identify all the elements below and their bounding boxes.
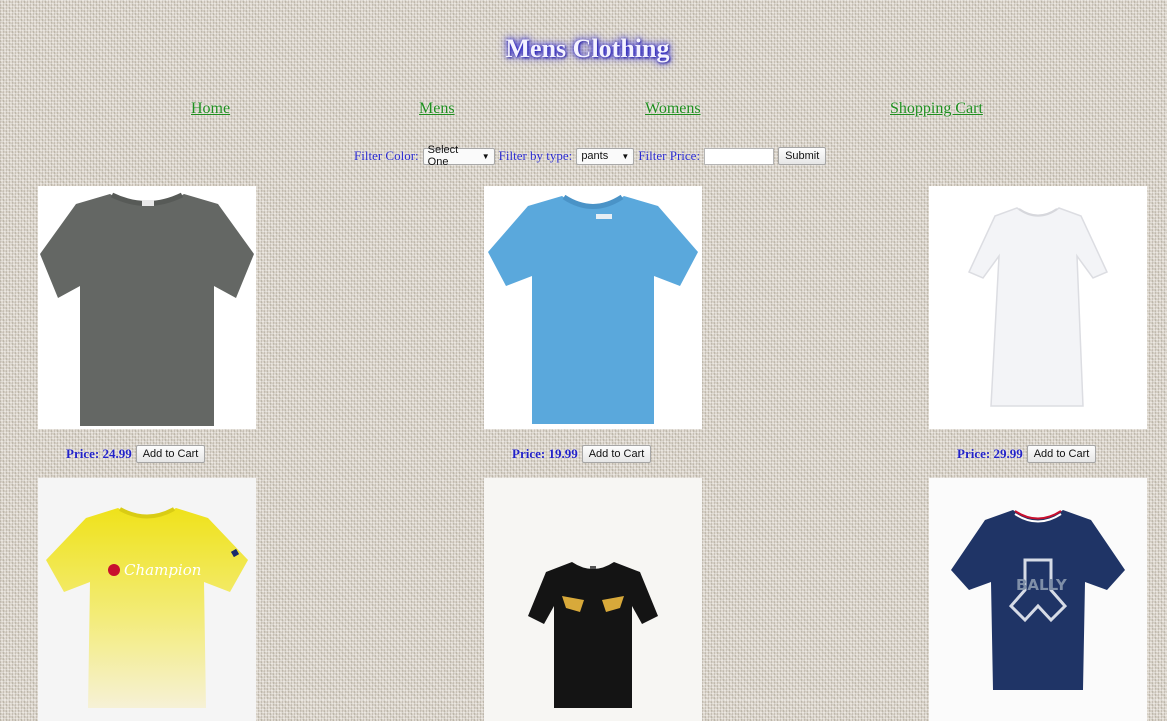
filter-color-label: Filter Color: xyxy=(354,148,419,163)
price-row: Price: 29.99 Add to Cart xyxy=(957,445,1097,463)
product-image-black-eyes-tshirt[interactable] xyxy=(484,478,702,721)
dropdown-arrow-icon: ▼ xyxy=(481,151,490,161)
yellow-champion-tshirt-icon: Champion xyxy=(46,507,248,708)
black-eyes-tshirt-icon xyxy=(528,562,658,708)
nav-home-link[interactable]: Home xyxy=(191,100,230,118)
product-card xyxy=(484,478,702,721)
price-row: Price: 19.99 Add to Cart xyxy=(512,445,652,463)
product-card: BALLY xyxy=(929,478,1147,721)
product-price: Price: 19.99 xyxy=(512,446,578,461)
dropdown-arrow-icon: ▼ xyxy=(621,151,630,161)
nav-mens-link[interactable]: Mens xyxy=(419,100,455,118)
navy-bally-tshirt-icon: BALLY xyxy=(951,510,1125,690)
page-title: Mens Clothing xyxy=(505,34,670,63)
gray-tshirt-icon xyxy=(40,192,254,426)
product-image-navy-bally-tshirt[interactable]: BALLY xyxy=(929,478,1147,721)
product-image-yellow-champion-tshirt[interactable]: Champion xyxy=(38,478,256,721)
product-card: Price: 29.99 Add to Cart xyxy=(929,186,1147,463)
filter-price-input[interactable] xyxy=(704,147,775,165)
filter-bar: Filter Color: Select One ▼ Filter by typ… xyxy=(354,144,827,168)
product-price: Price: 29.99 xyxy=(957,446,1023,461)
product-image-gray-tshirt[interactable] xyxy=(38,186,256,429)
filter-color-value: Select One xyxy=(427,144,459,168)
bally-logo: BALLY xyxy=(1016,576,1068,594)
nav-womens-link[interactable]: Womens xyxy=(645,100,701,118)
blue-tshirt-icon xyxy=(488,194,698,424)
nav-shopping-cart-link[interactable]: Shopping Cart xyxy=(890,100,983,118)
product-image-white-tshirt[interactable] xyxy=(929,186,1147,429)
product-card: Price: 24.99 Add to Cart xyxy=(38,186,256,463)
add-to-cart-button[interactable]: Add to Cart xyxy=(1026,445,1097,463)
filter-type-value: pants xyxy=(581,150,609,162)
price-row: Price: 24.99 Add to Cart xyxy=(66,445,206,463)
filter-price-label: Filter Price: xyxy=(638,148,701,163)
filter-type-select[interactable]: pants ▼ xyxy=(576,147,635,165)
white-tshirt-icon xyxy=(967,207,1109,407)
champion-logo: Champion xyxy=(124,561,201,579)
filter-type-label: Filter by type: xyxy=(498,148,573,163)
product-card: Champion xyxy=(38,478,256,721)
main-nav: Home Mens Womens Shopping Cart xyxy=(8,100,1167,124)
product-price: Price: 24.99 xyxy=(66,446,132,461)
product-card: Price: 19.99 Add to Cart xyxy=(484,186,702,463)
submit-button[interactable]: Submit xyxy=(778,147,827,165)
add-to-cart-button[interactable]: Add to Cart xyxy=(135,445,206,463)
product-image-blue-tshirt[interactable] xyxy=(484,186,702,429)
filter-color-select[interactable]: Select One ▼ xyxy=(422,144,495,168)
add-to-cart-button[interactable]: Add to Cart xyxy=(581,445,652,463)
page: Mens Clothing Home Mens Womens Shopping … xyxy=(8,8,1167,721)
